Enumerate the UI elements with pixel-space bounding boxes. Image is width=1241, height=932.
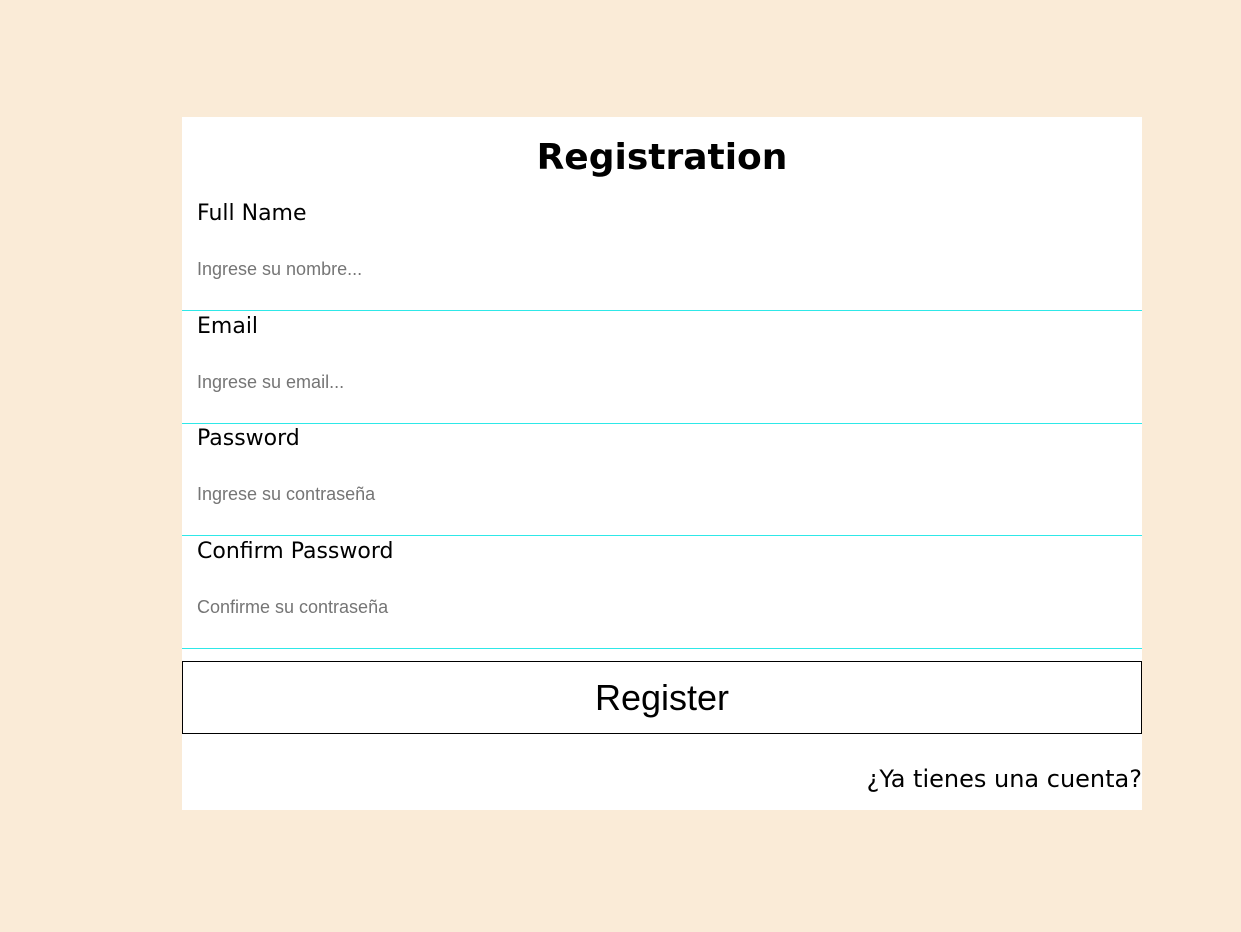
full-name-label: Full Name — [197, 201, 307, 226]
page-title: Registration — [536, 137, 788, 178]
register-button[interactable]: Register — [182, 661, 1142, 734]
password-input[interactable] — [197, 481, 1117, 507]
password-label: Password — [197, 426, 300, 451]
registration-card: Registration Full Name Email Password Co… — [182, 117, 1142, 810]
full-name-field: Full Name — [182, 199, 1142, 311]
email-label: Email — [197, 314, 259, 339]
confirm-password-label: Confirm Password — [197, 539, 394, 564]
login-link[interactable]: ¿Ya tienes una cuenta? — [867, 762, 1142, 796]
confirm-password-field: Confirm Password — [182, 537, 1142, 649]
full-name-input[interactable] — [197, 256, 1117, 282]
password-field: Password — [182, 424, 1142, 536]
email-input[interactable] — [197, 369, 1117, 395]
confirm-password-input[interactable] — [197, 594, 1117, 620]
email-field: Email — [182, 312, 1142, 424]
